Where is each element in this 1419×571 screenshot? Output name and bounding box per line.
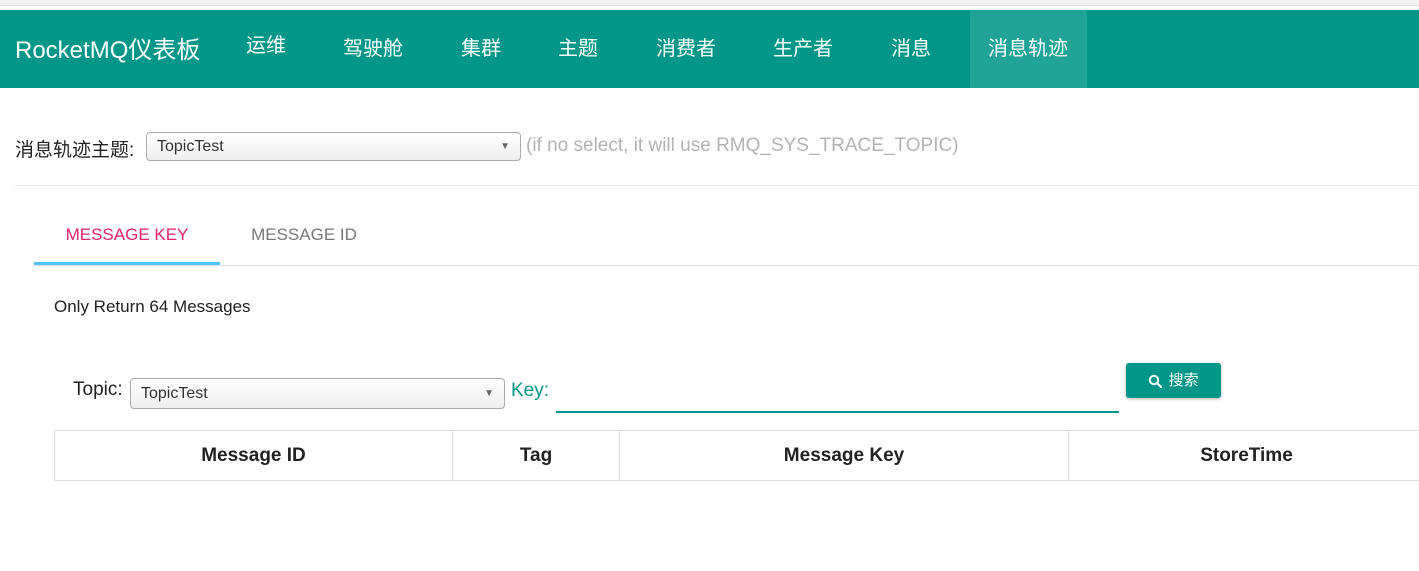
key-label: Key:	[511, 380, 550, 401]
column-header-tag[interactable]: Tag	[453, 431, 620, 480]
section-divider	[15, 185, 1419, 186]
dropdown-arrow-icon: ▼	[484, 388, 494, 399]
tab-message-key[interactable]: MESSAGE KEY	[34, 210, 220, 265]
search-button[interactable]: 搜索	[1126, 363, 1221, 398]
results-table: Message ID Tag Message Key StoreTime	[54, 430, 1419, 481]
trace-topic-select[interactable]: TopicTest ▼	[146, 132, 521, 161]
nav-item-consumer[interactable]: 消费者	[638, 10, 734, 88]
top-navbar: RocketMQ仪表板 运维 驾驶舱 集群 主题 消费者 生产者 消息 消息轨迹	[0, 10, 1419, 88]
trace-topic-hint: (if no select, it will use RMQ_SYS_TRACE…	[526, 135, 959, 156]
search-button-label: 搜索	[1168, 372, 1199, 389]
tab-message-id[interactable]: MESSAGE ID	[220, 210, 388, 265]
dropdown-arrow-icon: ▼	[500, 141, 510, 152]
nav-item-ops[interactable]: 运维	[228, 10, 304, 82]
trace-topic-selected-value: TopicTest	[157, 138, 224, 155]
nav-item-cluster[interactable]: 集群	[443, 10, 519, 88]
nav-item-message[interactable]: 消息	[873, 10, 949, 88]
tab-bar-line	[34, 265, 1419, 266]
nav-item-producer[interactable]: 生产者	[755, 10, 851, 88]
nav-item-cockpit[interactable]: 驾驶舱	[325, 10, 421, 88]
search-icon	[1148, 372, 1168, 389]
column-header-store-time[interactable]: StoreTime	[1069, 431, 1419, 480]
nav-item-message-trace[interactable]: 消息轨迹	[970, 10, 1087, 88]
browser-top-strip	[0, 0, 1419, 6]
result-limit-note: Only Return 64 Messages	[54, 297, 251, 316]
nav-item-topic[interactable]: 主题	[540, 10, 616, 88]
topic-selected-value: TopicTest	[141, 385, 208, 402]
key-input[interactable]	[556, 375, 1119, 413]
topic-select[interactable]: TopicTest ▼	[130, 378, 505, 409]
column-header-message-key[interactable]: Message Key	[620, 431, 1069, 480]
brand-title[interactable]: RocketMQ仪表板	[15, 30, 200, 65]
topic-label: Topic:	[73, 379, 123, 400]
column-header-message-id[interactable]: Message ID	[55, 431, 453, 480]
trace-topic-label: 消息轨迹主题:	[15, 140, 135, 161]
